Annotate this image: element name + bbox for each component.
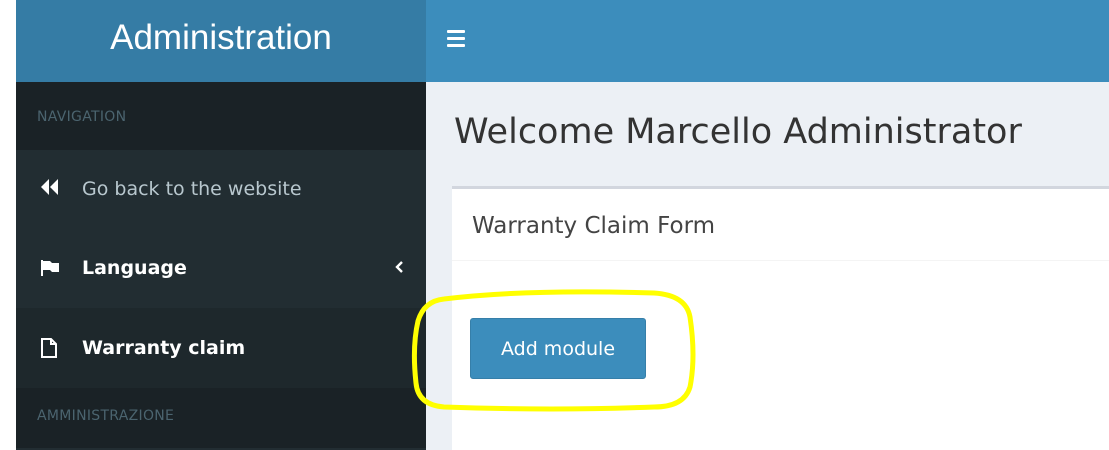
sidebar-header-navigation: NAVIGATION — [16, 82, 426, 150]
sidebar-item-language[interactable]: Language — [16, 228, 426, 308]
box-title: Warranty Claim Form — [452, 189, 1109, 261]
sidebar-item-warranty-claim[interactable]: Warranty claim — [16, 308, 426, 388]
content-wrapper: Welcome Marcello Administrator Warranty … — [426, 82, 1109, 450]
flag-icon — [40, 259, 66, 277]
backward-icon — [40, 178, 66, 196]
app-title: Administration — [110, 18, 332, 57]
file-icon — [40, 338, 66, 358]
warranty-claim-box: Warranty Claim Form Add module — [452, 186, 1109, 450]
admin-frame: Administration NAVIGATION Go back to the… — [16, 0, 1109, 450]
sidebar-item-label: Language — [82, 257, 187, 279]
sidebar-item-go-back[interactable]: Go back to the website — [16, 150, 426, 228]
sidebar-header-admin: AMMINISTRAZIONE — [16, 388, 426, 448]
sidebar-item-label: Warranty claim — [82, 337, 246, 359]
sidebar: NAVIGATION Go back to the website Langua… — [16, 82, 426, 450]
chevron-left-icon — [394, 257, 404, 279]
page-title: Welcome Marcello Administrator — [454, 112, 1022, 152]
sidebar-toggle-icon[interactable] — [447, 30, 465, 48]
add-module-button[interactable]: Add module — [470, 318, 646, 379]
sidebar-item-label: Go back to the website — [82, 178, 302, 200]
top-navbar — [426, 0, 1109, 82]
app-logo[interactable]: Administration — [16, 0, 426, 82]
